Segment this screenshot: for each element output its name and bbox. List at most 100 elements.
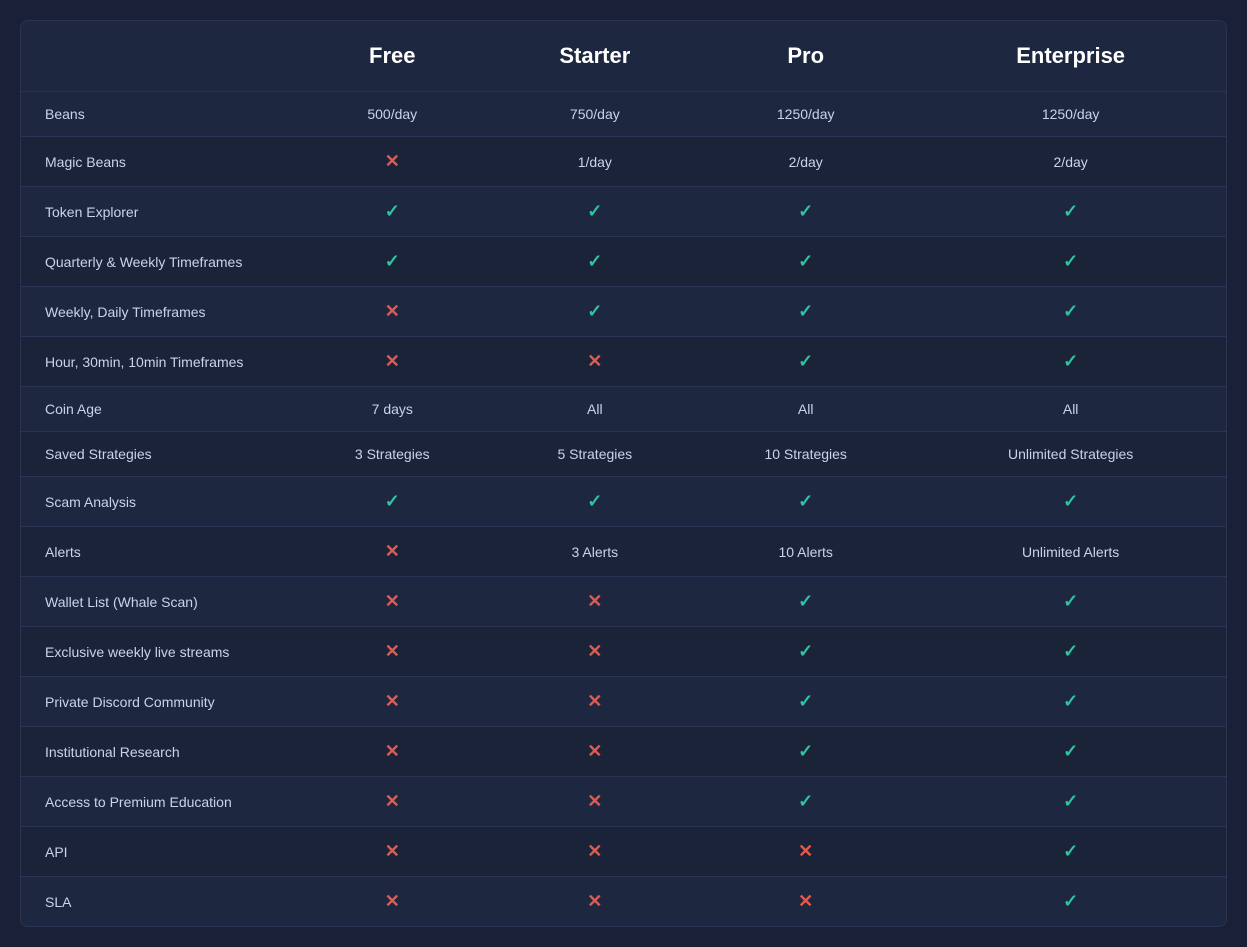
feature-label: Exclusive weekly live streams [21,627,291,677]
table-row: Beans500/day750/day1250/day1250/day [21,92,1226,137]
cross-icon: ✕ [587,591,602,611]
feature-label: Magic Beans [21,137,291,187]
table-row: Private Discord Community✕✕✓✓ [21,677,1226,727]
pro-column-header: Pro [696,21,915,92]
pro-value: ✕ [696,827,915,877]
pro-value: ✓ [696,287,915,337]
free-value: ✕ [291,627,494,677]
starter-value: 750/day [494,92,697,137]
check-icon: ✓ [1063,741,1078,761]
cell-value: 5 Strategies [557,446,632,462]
table-row: Alerts✕3 Alerts10 AlertsUnlimited Alerts [21,527,1226,577]
table-row: Quarterly & Weekly Timeframes✓✓✓✓ [21,237,1226,287]
pro-value: ✓ [696,237,915,287]
pro-value: ✕ [696,877,915,927]
starter-value: 3 Alerts [494,527,697,577]
check-icon: ✓ [798,741,813,761]
table-row: Coin Age 7 days All All All [21,387,1226,432]
pro-value: All [696,387,915,432]
cross-icon: ✕ [798,841,813,861]
starter-column-header: Starter [494,21,697,92]
feature-label: Institutional Research [21,727,291,777]
feature-label: API [21,827,291,877]
enterprise-value: ✓ [915,677,1226,727]
cross-icon: ✕ [587,691,602,711]
cell-value: 1/day [578,154,612,170]
cell-value: 2/day [1054,154,1088,170]
enterprise-value: 2/day [915,137,1226,187]
pro-value: 10 Strategies [696,432,915,477]
starter-value: All [494,387,697,432]
cell-value: 750/day [570,106,620,122]
enterprise-value: ✓ [915,827,1226,877]
cell-value: 7 days [372,401,413,417]
check-icon: ✓ [385,491,400,511]
starter-value: ✕ [494,727,697,777]
check-icon: ✓ [385,251,400,271]
cell-value: 2/day [789,154,823,170]
check-icon: ✓ [587,491,602,511]
cross-icon: ✕ [385,891,400,911]
starter-value: ✕ [494,677,697,727]
check-icon: ✓ [1063,791,1078,811]
feature-label: Hour, 30min, 10min Timeframes [21,337,291,387]
free-value: ✓ [291,477,494,527]
free-value: ✕ [291,827,494,877]
cross-icon: ✕ [385,351,400,371]
check-icon: ✓ [1063,491,1078,511]
starter-value: ✓ [494,287,697,337]
enterprise-column-header: Enterprise [915,21,1226,92]
feature-label: Saved Strategies [21,432,291,477]
free-value: ✕ [291,527,494,577]
starter-value: ✓ [494,237,697,287]
check-icon: ✓ [587,251,602,271]
starter-value: ✕ [494,777,697,827]
pro-value: ✓ [696,727,915,777]
check-icon: ✓ [798,491,813,511]
enterprise-value: ✓ [915,777,1226,827]
cell-value: 3 Alerts [571,544,618,560]
check-icon: ✓ [587,201,602,221]
cell-value: All [798,401,814,417]
feature-label: Access to Premium Education [21,777,291,827]
cross-icon: ✕ [385,541,400,561]
feature-label: Quarterly & Weekly Timeframes [21,237,291,287]
cross-icon: ✕ [385,791,400,811]
feature-label: Alerts [21,527,291,577]
cross-icon: ✕ [385,741,400,761]
table-row: Token Explorer✓✓✓✓ [21,187,1226,237]
table-row: API✕✕✕✓ [21,827,1226,877]
cell-value: All [1063,401,1079,417]
starter-value: ✕ [494,627,697,677]
cell-value: Unlimited Strategies [1008,446,1133,462]
free-value: ✕ [291,287,494,337]
starter-value: ✓ [494,187,697,237]
enterprise-value: ✓ [915,237,1226,287]
feature-label: Token Explorer [21,187,291,237]
pro-value: 1250/day [696,92,915,137]
check-icon: ✓ [1063,351,1078,371]
enterprise-value: ✓ [915,337,1226,387]
free-value: ✓ [291,237,494,287]
table-row: Wallet List (Whale Scan)✕✕✓✓ [21,577,1226,627]
table-row: Scam Analysis✓✓✓✓ [21,477,1226,527]
feature-label: Beans [21,92,291,137]
free-value: ✕ [291,877,494,927]
feature-label: Coin Age [21,387,291,432]
table-row: Hour, 30min, 10min Timeframes✕✕✓✓ [21,337,1226,387]
check-icon: ✓ [1063,641,1078,661]
table-row: Institutional Research ✕ ✕ ✓ ✓ [21,727,1226,777]
free-value: ✕ [291,137,494,187]
table-row: Exclusive weekly live streams✕✕✓✓ [21,627,1226,677]
check-icon: ✓ [1063,841,1078,861]
cell-value: 1250/day [777,106,835,122]
check-icon: ✓ [1063,201,1078,221]
enterprise-value: ✓ [915,727,1226,777]
cell-value: All [587,401,603,417]
check-icon: ✓ [798,641,813,661]
check-icon: ✓ [798,201,813,221]
starter-value: ✓ [494,477,697,527]
table-row: Weekly, Daily Timeframes✕✓✓✓ [21,287,1226,337]
enterprise-value: ✓ [915,187,1226,237]
free-column-header: Free [291,21,494,92]
